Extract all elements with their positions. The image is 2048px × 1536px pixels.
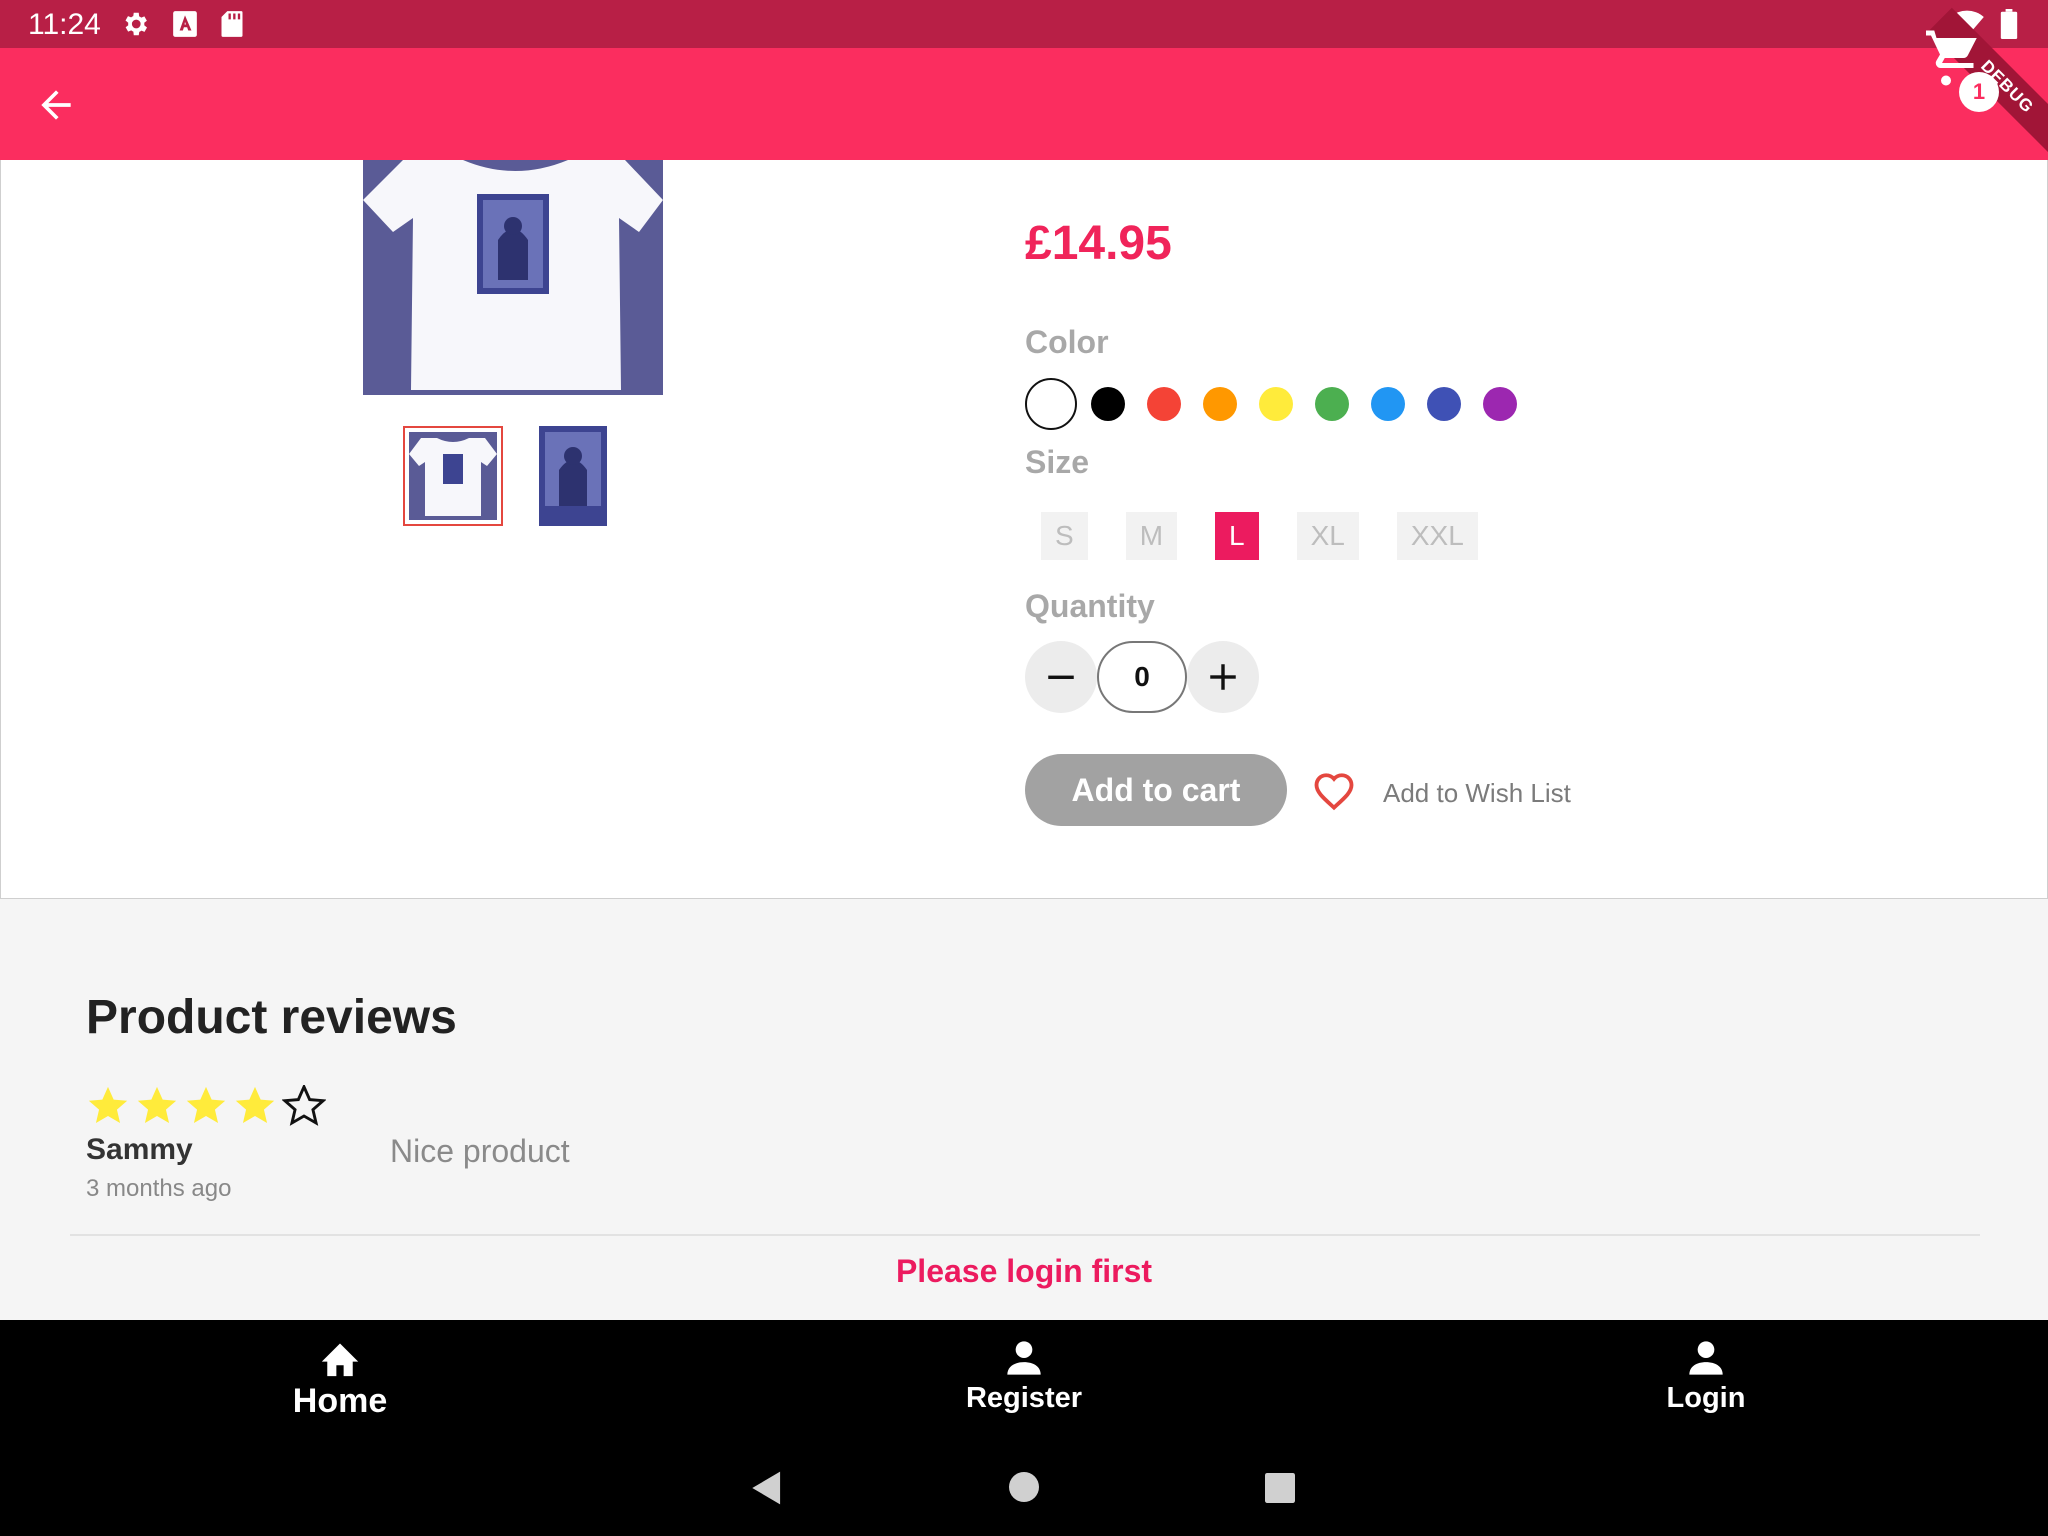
product-thumbnail-1[interactable] <box>403 426 503 526</box>
minus-icon <box>1048 675 1074 679</box>
nav-register-label: Register <box>965 1382 1083 1414</box>
review-text: Nice product <box>390 1133 570 1169</box>
person-icon <box>1007 1341 1041 1375</box>
size-option-l[interactable]: L <box>1215 512 1259 560</box>
color-swatch[interactable] <box>1203 387 1237 421</box>
review-author: Sammy <box>86 1133 193 1166</box>
color-swatch[interactable] <box>1427 387 1461 421</box>
arrow-back-icon[interactable] <box>34 83 78 127</box>
color-swatch[interactable] <box>1371 387 1405 421</box>
settings-icon <box>125 12 147 36</box>
size-option-xxl[interactable]: XXL <box>1396 512 1478 560</box>
size-options: S M L XL XXL <box>1041 512 1516 560</box>
color-swatch[interactable] <box>1259 387 1293 421</box>
status-bar: 11:24 <box>0 0 2048 48</box>
product-card: £14.95 Color Size S M L XL XXL Quantity 0 Ad… <box>0 160 2048 899</box>
add-to-cart-button[interactable]: Add to cart <box>1025 754 1287 826</box>
home-circle-icon[interactable] <box>1009 1472 1039 1502</box>
color-swatch[interactable] <box>1147 387 1181 421</box>
decrease-quantity-button[interactable] <box>1025 641 1097 713</box>
color-swatch[interactable] <box>1315 387 1349 421</box>
star-filled-icon <box>88 1086 128 1123</box>
star-outline-icon <box>282 1085 326 1126</box>
plus-icon <box>1210 664 1236 690</box>
bottom-navigation: Home Register Login <box>0 1320 2048 1450</box>
star-filled-icon <box>186 1086 226 1123</box>
quantity-stepper: 0 <box>1025 641 1259 713</box>
review-time: 3 months ago <box>86 1175 232 1202</box>
quantity-field[interactable]: 0 <box>1097 641 1187 713</box>
size-option-s[interactable]: S <box>1041 512 1088 560</box>
quantity-label: Quantity <box>1025 588 1155 624</box>
heart-outline-icon[interactable] <box>1313 771 1355 811</box>
person-icon <box>1689 1341 1723 1375</box>
system-navigation-bar <box>0 1450 2048 1536</box>
product-main-image <box>363 160 663 395</box>
size-label: Size <box>1025 444 1090 480</box>
nav-login[interactable]: Login <box>1556 1338 1856 1415</box>
sd-card-icon <box>221 11 243 37</box>
color-swatch[interactable] <box>1091 387 1125 421</box>
reviews-title: Product reviews <box>86 991 457 1044</box>
status-time: 11:24 <box>28 8 101 41</box>
divider <box>70 1234 1980 1236</box>
login-notice[interactable]: Please login first <box>0 1253 2048 1290</box>
nav-login-label: Login <box>1666 1382 1746 1414</box>
battery-icon <box>2000 9 2018 39</box>
back-triangle-icon[interactable] <box>750 1470 784 1506</box>
color-label: Color <box>1025 324 1109 360</box>
product-price: £14.95 <box>1025 217 1172 270</box>
keyboard-a-icon <box>173 11 197 37</box>
nav-home[interactable]: Home <box>190 1338 490 1421</box>
color-swatch[interactable] <box>1025 378 1077 430</box>
star-filled-icon <box>235 1086 275 1123</box>
cart-count-badge: 1 <box>1959 72 1999 112</box>
nav-register[interactable]: Register <box>874 1338 1174 1415</box>
home-icon <box>321 1343 359 1377</box>
increase-quantity-button[interactable] <box>1187 641 1259 713</box>
recents-square-icon[interactable] <box>1265 1473 1295 1503</box>
app-bar: DEBUG <box>0 7 2048 167</box>
color-swatches <box>1025 378 1539 430</box>
size-option-xl[interactable]: XL <box>1296 512 1359 560</box>
nav-home-label: Home <box>292 1382 388 1420</box>
review-rating <box>86 1085 326 1127</box>
add-to-wish-list-link[interactable]: Add to Wish List <box>1383 778 1571 809</box>
product-thumbnail-2[interactable] <box>523 426 623 526</box>
star-filled-icon <box>137 1086 177 1123</box>
size-option-m[interactable]: M <box>1125 512 1178 560</box>
color-swatch[interactable] <box>1483 387 1517 421</box>
